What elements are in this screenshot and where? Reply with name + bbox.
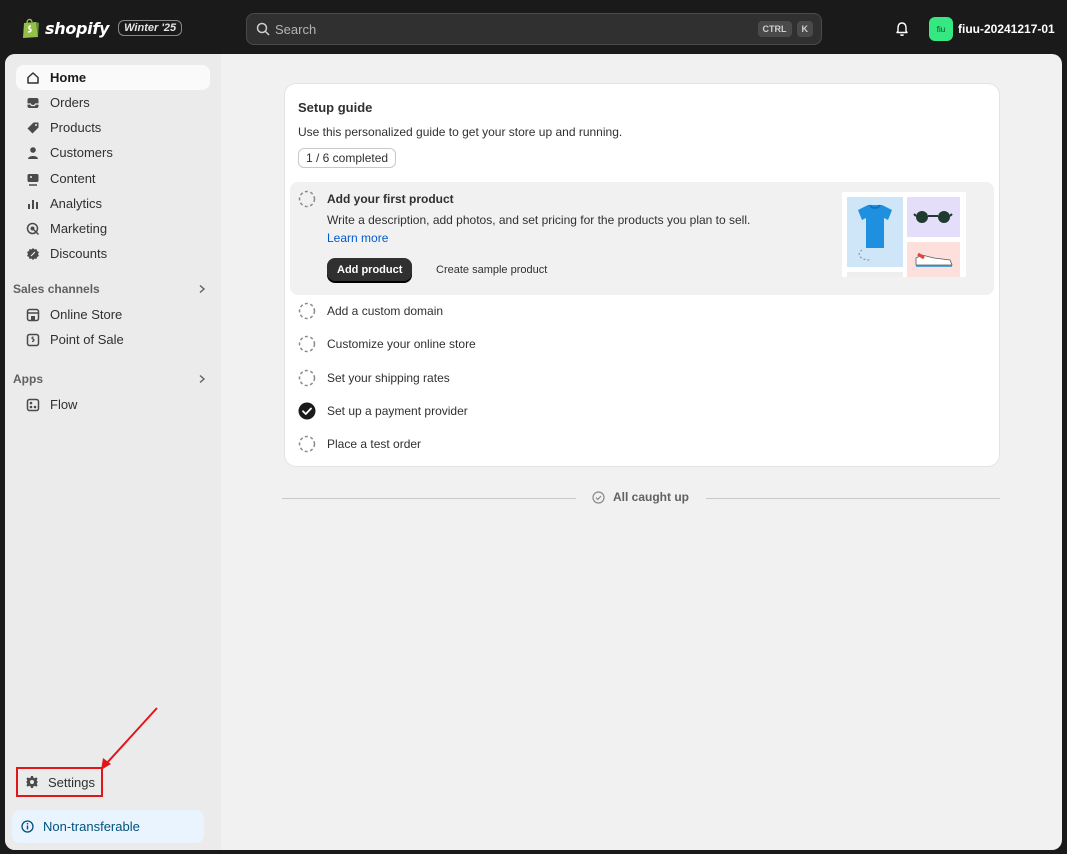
sidebar-item-settings[interactable]: Settings [16,767,103,797]
bell-icon[interactable] [894,21,910,37]
store-menu[interactable]: fiu fiuu-20241217-01 [929,17,1055,41]
inbox-icon [27,97,39,108]
target-icon [26,222,40,235]
chevron-right-icon [199,374,206,384]
task-body: Write a description, add photos, and set… [327,211,757,247]
edition-badge[interactable]: Winter '25 [118,20,183,36]
flow-icon [26,398,40,411]
non-transferable-banner[interactable]: Non-transferable [12,810,204,843]
top-bar: shopify Winter '25 CTRL K fiu fiuu-20241… [0,0,1067,58]
sidebar-item-label: Online Store [50,307,123,322]
sidebar-item-label: Analytics [50,196,103,211]
sidebar-item-analytics[interactable]: Analytics [16,191,210,216]
gear-icon [26,776,38,788]
sidebar-item-label: Products [50,120,102,135]
task-label: Add a custom domain [327,304,444,318]
task-label: Place a test order [327,437,422,451]
sidebar-item-label: Point of Sale [50,332,124,347]
search-input[interactable] [275,21,758,37]
sales-channels-header[interactable]: Sales channels [13,282,207,296]
task-label: Set up a payment provider [327,404,468,418]
sidebar-item-products[interactable]: Products [16,115,210,140]
task-label: Set your shipping rates [327,371,450,385]
shortcut-ctrl: CTRL [757,21,792,37]
person-icon [28,146,38,159]
admin-frame: Home Orders Products Customers Content A… [5,54,1062,850]
sidebar-item-home[interactable]: Home [16,65,210,90]
sidebar-item-label: Settings [48,774,95,790]
task-payment-provider[interactable]: Set up a payment provider [298,401,468,421]
sidebar-item-discounts[interactable]: Discounts [16,241,210,266]
shopify-logo[interactable]: shopify Winter '25 [22,17,183,39]
pos-icon [26,333,40,346]
section-label: Apps [13,372,43,386]
product-illustration [842,192,966,277]
task-label: Customize your online store [327,337,476,351]
incomplete-circle-icon[interactable] [298,302,316,320]
avatar: fiu [929,17,953,41]
task-shipping-rates[interactable]: Set your shipping rates [298,368,450,388]
sidebar-item-point-of-sale[interactable]: Point of Sale [16,327,210,352]
sidebar-item-label: Flow [50,397,78,412]
sidebar: Home Orders Products Customers Content A… [5,54,221,850]
sidebar-item-online-store[interactable]: Online Store [16,302,210,327]
sidebar-item-label: Content [50,171,96,186]
all-caught-up: All caught up [592,490,689,504]
task-customize-store[interactable]: Customize your online store [298,334,476,354]
sidebar-item-marketing[interactable]: Marketing [16,216,210,241]
store-name: fiuu-20241217-01 [958,22,1055,36]
home-icon [27,71,39,84]
sidebar-item-label: Discounts [50,246,108,261]
all-caught-up-divider: All caught up [282,488,1000,508]
task-add-first-product[interactable]: Add your first product Write a descripti… [290,182,994,295]
info-icon [21,820,34,833]
incomplete-circle-icon[interactable] [298,190,316,208]
divider-line [706,498,1000,499]
sidebar-item-label: Orders [50,95,90,110]
sidebar-item-label: Home [50,70,87,85]
sidebar-item-label: Marketing [50,221,108,236]
task-title: Add your first product [327,192,454,206]
sidebar-item-content[interactable]: Content [16,166,210,191]
shortcut-k: K [796,21,813,37]
task-add-custom-domain[interactable]: Add a custom domain [298,301,443,321]
setup-guide-description: Use this personalized guide to get your … [298,125,623,139]
tag-icon [27,122,39,133]
search-icon [256,22,270,36]
task-body-text: Write a description, add photos, and set… [327,213,751,227]
learn-more-link[interactable]: Learn more [327,231,388,245]
image-icon [27,173,39,186]
divider-line [282,498,576,499]
check-circle-icon [592,490,605,504]
checkmark-circle-icon[interactable] [298,402,316,420]
apps-header[interactable]: Apps [13,372,207,386]
setup-guide-card: Setup guide Use this personalized guide … [284,83,1000,467]
search-bar[interactable]: CTRL K [246,13,822,45]
non-transferable-label: Non-transferable [43,819,140,834]
incomplete-circle-icon[interactable] [298,335,316,353]
progress-badge: 1 / 6 completed [298,148,397,168]
sidebar-item-orders[interactable]: Orders [16,90,210,115]
task-test-order[interactable]: Place a test order [298,434,421,454]
incomplete-circle-icon[interactable] [298,369,316,387]
logo-wordmark: shopify [45,18,110,38]
sidebar-item-label: Customers [50,145,113,160]
storefront-icon [26,308,40,321]
chevron-right-icon [199,284,206,294]
sidebar-item-flow[interactable]: Flow [16,392,210,417]
all-caught-up-label: All caught up [613,490,689,504]
discount-icon [27,247,39,260]
create-sample-product-button[interactable]: Create sample product [428,258,555,282]
shopping-bag-icon [23,18,39,38]
add-product-button[interactable]: Add product [327,258,413,282]
incomplete-circle-icon[interactable] [298,435,316,453]
sidebar-item-customers[interactable]: Customers [16,140,210,165]
setup-guide-title: Setup guide [298,100,373,115]
bar-chart-icon [28,199,38,209]
section-label: Sales channels [13,282,100,296]
